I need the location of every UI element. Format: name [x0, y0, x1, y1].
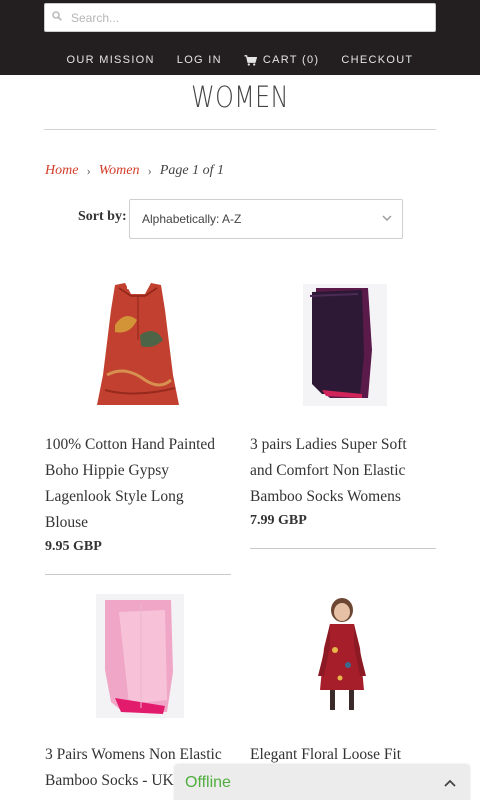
socks-image	[96, 594, 184, 718]
product-image[interactable]	[45, 590, 231, 720]
product-name-line: 3 pairs Ladies Super Soft	[250, 436, 407, 453]
main-nav: OUR MISSION LOG IN CART (0) CHECKOUT	[0, 50, 480, 70]
sort-select[interactable]: Alphabetically: A-Z	[129, 199, 403, 239]
chevron-up-icon[interactable]	[444, 779, 456, 787]
socks-image	[303, 284, 387, 406]
product-name-line: Lagenlook Style Long	[45, 488, 184, 505]
product-price: 9.95 GBP	[45, 539, 102, 554]
breadcrumb: Home › Women › Page 1 of 1	[45, 163, 224, 179]
product-name-line: 100% Cotton Hand Painted	[45, 436, 216, 453]
offline-label: Offline	[185, 774, 231, 791]
search-box[interactable]	[44, 3, 436, 32]
dress-image	[318, 598, 366, 710]
product-divider	[45, 574, 231, 575]
chevron-down-icon	[382, 215, 392, 221]
product-name-line: Bamboo Socks Womens	[250, 488, 401, 505]
product-name-line: Boho Hippie Gypsy	[45, 462, 169, 479]
product-name[interactable]: 3 pairs Ladies Super Soft and Comfort No…	[250, 432, 436, 510]
product-divider	[250, 548, 436, 549]
blouse-image	[97, 283, 179, 405]
product-name-line: Blouse	[45, 514, 89, 531]
nav-checkout[interactable]: CHECKOUT	[330, 50, 424, 70]
product-image[interactable]	[250, 280, 436, 412]
product-image[interactable]	[45, 280, 231, 412]
sort-label: Sort by:	[78, 209, 127, 224]
cart-icon	[244, 54, 257, 66]
breadcrumb-separator: ›	[86, 163, 91, 178]
nav-cart[interactable]: CART (0)	[233, 50, 330, 70]
breadcrumb-home[interactable]: Home	[45, 163, 78, 179]
search-icon	[52, 11, 62, 21]
product-name-line: and Comfort Non Elastic	[250, 462, 406, 479]
search-input[interactable]	[71, 4, 421, 31]
breadcrumb-women[interactable]: Women	[99, 163, 140, 179]
product-price: 7.99 GBP	[250, 513, 307, 528]
breadcrumb-separator: ›	[147, 163, 152, 178]
product-name[interactable]: 100% Cotton Hand Painted Boho Hippie Gyp…	[45, 432, 231, 536]
page-title: WOMEN	[191, 80, 289, 114]
nav-cart-label: CART (0)	[262, 54, 320, 66]
product-image[interactable]	[250, 590, 436, 720]
title-divider	[44, 129, 436, 130]
breadcrumb-page: Page 1 of 1	[159, 163, 224, 178]
nav-log-in[interactable]: LOG IN	[166, 50, 233, 70]
nav-our-mission[interactable]: OUR MISSION	[56, 50, 166, 70]
sort-selected-value: Alphabetically: A-Z	[142, 212, 242, 226]
offline-status-bar[interactable]: Offline	[174, 765, 470, 800]
top-header: OUR MISSION LOG IN CART (0) CHECKOUT	[0, 0, 480, 75]
